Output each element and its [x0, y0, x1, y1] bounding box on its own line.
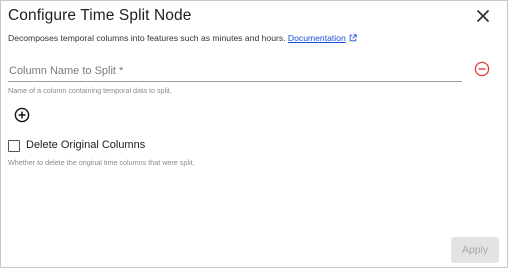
column-name-helper: Name of a column containing temporal dat…: [8, 86, 172, 95]
close-button[interactable]: [473, 6, 493, 26]
delete-original-helper: Whether to delete the original time colu…: [8, 158, 195, 167]
remove-column-button[interactable]: [474, 61, 490, 77]
apply-button[interactable]: Apply: [451, 237, 499, 263]
documentation-link-label: Documentation: [287, 33, 346, 43]
column-name-label: Column Name to Split *: [9, 65, 124, 77]
description-text: Decomposes temporal columns into feature…: [8, 33, 286, 43]
configure-node-dialog: Configure Time Split Node Decomposes tem…: [0, 0, 508, 268]
add-column-button[interactable]: [14, 107, 30, 123]
delete-original-checkbox[interactable]: [8, 140, 20, 152]
dialog-title: Configure Time Split Node: [8, 7, 192, 24]
close-icon: [477, 10, 489, 22]
external-link-icon: [349, 34, 357, 42]
documentation-link[interactable]: Documentation: [288, 33, 357, 43]
add-circle-icon: [14, 107, 30, 123]
dialog-description: Decomposes temporal columns into feature…: [8, 33, 357, 43]
delete-original-label: Delete Original Columns: [26, 139, 146, 151]
remove-circle-icon: [474, 61, 490, 77]
